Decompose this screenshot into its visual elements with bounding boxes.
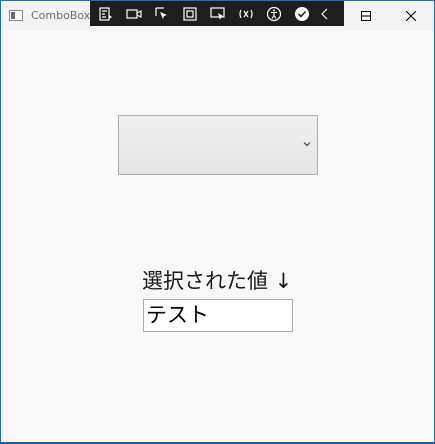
- track-focused-element-icon[interactable]: [208, 4, 228, 24]
- app-window-icon: [9, 10, 23, 21]
- selected-value-textbox[interactable]: テスト: [143, 299, 293, 332]
- chevron-down-icon: [303, 142, 311, 147]
- maximize-icon: [361, 11, 371, 21]
- value-combobox[interactable]: [118, 115, 318, 175]
- display-layout-adorners-icon[interactable]: [180, 4, 200, 24]
- show-in-app-toolbar-icon[interactable]: [124, 4, 144, 24]
- hot-reload-status-icon[interactable]: [292, 4, 312, 24]
- title-bar[interactable]: ComboBox: [1, 1, 434, 31]
- close-button[interactable]: [388, 1, 434, 31]
- close-icon: [406, 11, 416, 21]
- accessibility-icon[interactable]: [264, 4, 284, 24]
- window-title: ComboBox: [31, 9, 91, 22]
- selected-value-label: 選択された値 ↓: [142, 269, 293, 293]
- go-to-live-visual-tree-icon[interactable]: [96, 4, 116, 24]
- maximize-button[interactable]: [343, 1, 389, 31]
- xaml-debug-toolbar: [90, 1, 344, 26]
- select-element-icon[interactable]: [152, 4, 172, 24]
- main-window: ComboBox 選択された値 ↓ テスト: [0, 0, 435, 444]
- collapse-toolbar-icon[interactable]: [320, 4, 330, 24]
- binding-failures-icon[interactable]: [236, 4, 256, 24]
